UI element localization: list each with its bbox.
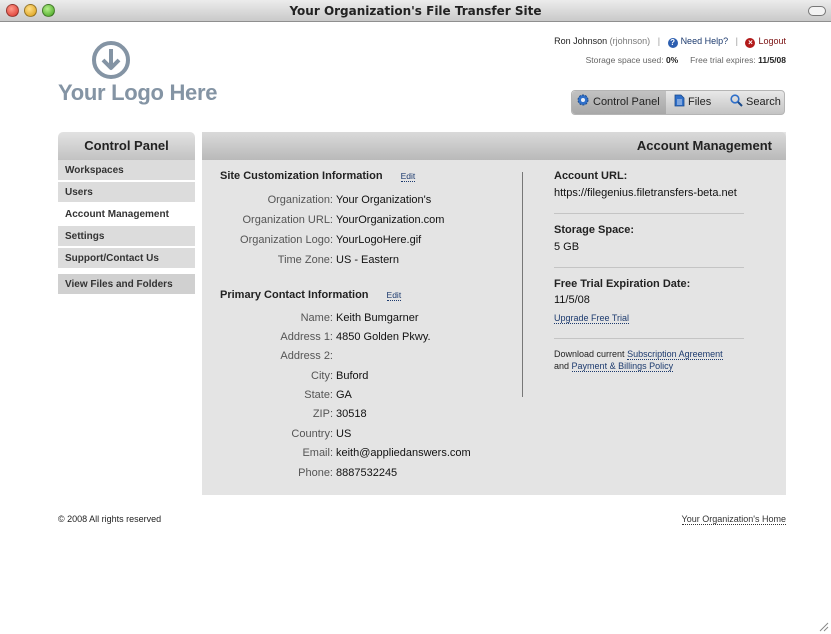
user-name: Ron Johnson xyxy=(554,36,608,46)
field-email: Email: keith@appliedanswers.com xyxy=(302,447,471,459)
nav-files[interactable]: Files xyxy=(670,91,722,114)
help-icon: ? xyxy=(667,38,678,48)
logout-link[interactable]: × Logout xyxy=(745,36,786,48)
field-name: Name: Keith Bumgarner xyxy=(300,312,419,324)
window-title: Your Organization's File Transfer Site xyxy=(289,4,542,18)
field-zip: ZIP: 30518 xyxy=(312,408,367,420)
sidebar-title: Control Panel xyxy=(58,132,195,160)
main-navigation: Control Panel Files Search xyxy=(571,90,785,115)
field-phone: Phone: 8887532245 xyxy=(298,467,398,479)
logout-icon: × xyxy=(745,38,756,48)
field-city: City: Buford xyxy=(311,370,369,382)
copyright-text: © 2008 All rights reserved xyxy=(58,514,162,524)
field-time-zone: Time Zone: US - Eastern xyxy=(277,254,399,266)
close-window-button[interactable] xyxy=(6,4,19,17)
sidebar-item-users[interactable]: Users xyxy=(58,182,195,203)
column-divider xyxy=(522,172,523,397)
view-files-and-folders-button[interactable]: View Files and Folders xyxy=(58,274,195,295)
nav-search[interactable]: Search xyxy=(726,91,786,114)
field-organization-logo: Organization Logo: YourLogoHere.gif xyxy=(240,234,422,246)
trial-expires-value: 11/5/08 xyxy=(758,55,786,65)
divider xyxy=(554,267,744,268)
toolbar-toggle-button[interactable] xyxy=(808,6,826,16)
account-status: Storage space used: 0% Free trial expire… xyxy=(586,55,786,65)
divider xyxy=(554,338,744,339)
sidebar-item-support[interactable]: Support/Contact Us xyxy=(58,248,195,269)
organization-home-link[interactable]: Your Organization's Home xyxy=(681,514,786,525)
sidebar-item-workspaces[interactable]: Workspaces xyxy=(58,160,195,181)
edit-site-customization-link[interactable]: Edit xyxy=(400,171,416,182)
download-policies-text: Download current Subscription Agreement … xyxy=(554,349,723,372)
primary-contact-header: Primary Contact Information Edit xyxy=(220,289,402,301)
window-titlebar: Your Organization's File Transfer Site xyxy=(0,0,831,22)
need-help-link[interactable]: ? Need Help? xyxy=(667,36,728,48)
edit-primary-contact-link[interactable]: Edit xyxy=(386,290,402,301)
site-customization-header: Site Customization Information Edit xyxy=(220,170,416,182)
field-organization: Organization: Your Organization's xyxy=(267,194,432,206)
field-state: State: GA xyxy=(304,389,352,401)
storage-space-value: 5 GB xyxy=(554,241,580,253)
document-icon xyxy=(674,94,685,107)
separator: | xyxy=(657,36,661,46)
trial-expiration-label: Free Trial Expiration Date: xyxy=(554,278,691,290)
storage-used-value: 0% xyxy=(665,55,679,65)
separator: | xyxy=(735,36,738,46)
account-url-label: Account URL: xyxy=(554,170,628,182)
storage-space-label: Storage Space: xyxy=(554,224,635,236)
account-url-value: https://filegenius.filetransfers-beta.ne… xyxy=(554,187,737,199)
magnifier-icon xyxy=(730,94,743,107)
sidebar-item-account-management[interactable]: Account Management xyxy=(58,204,203,225)
user-id: (rjohnson) xyxy=(609,36,651,46)
resize-grip-icon[interactable] xyxy=(817,620,829,632)
nav-control-panel[interactable]: Control Panel xyxy=(572,91,666,114)
logo-arrow-icon xyxy=(92,41,130,79)
logo-text: Your Logo Here xyxy=(58,80,218,105)
divider xyxy=(554,213,744,214)
gear-icon xyxy=(577,94,589,106)
user-info-bar: Ron Johnson (rjohnson) | ? Need Help? | ×… xyxy=(554,36,786,48)
zoom-window-button[interactable] xyxy=(42,4,55,17)
field-organization-url: Organization URL: YourOrganization.com xyxy=(242,214,445,226)
field-address-1: Address 1: 4850 Golden Pkwy. xyxy=(280,331,431,343)
storage-used-label: Storage space used: xyxy=(585,55,664,65)
payment-billing-policy-link[interactable]: Payment & Billings Policy xyxy=(571,361,674,372)
sidebar-item-settings[interactable]: Settings xyxy=(58,226,195,247)
minimize-window-button[interactable] xyxy=(24,4,37,17)
field-address-2: Address 2: xyxy=(280,350,333,362)
trial-expires-label: Free trial expires: xyxy=(690,55,756,65)
account-management-panel: Account Management Site Customization In… xyxy=(202,132,786,495)
trial-expiration-value: 11/5/08 xyxy=(554,294,590,306)
upgrade-free-trial-link[interactable]: Upgrade Free Trial xyxy=(554,313,630,324)
field-country: Country: US xyxy=(291,428,352,440)
subscription-agreement-link[interactable]: Subscription Agreement xyxy=(627,349,723,360)
panel-title: Account Management xyxy=(202,132,786,160)
